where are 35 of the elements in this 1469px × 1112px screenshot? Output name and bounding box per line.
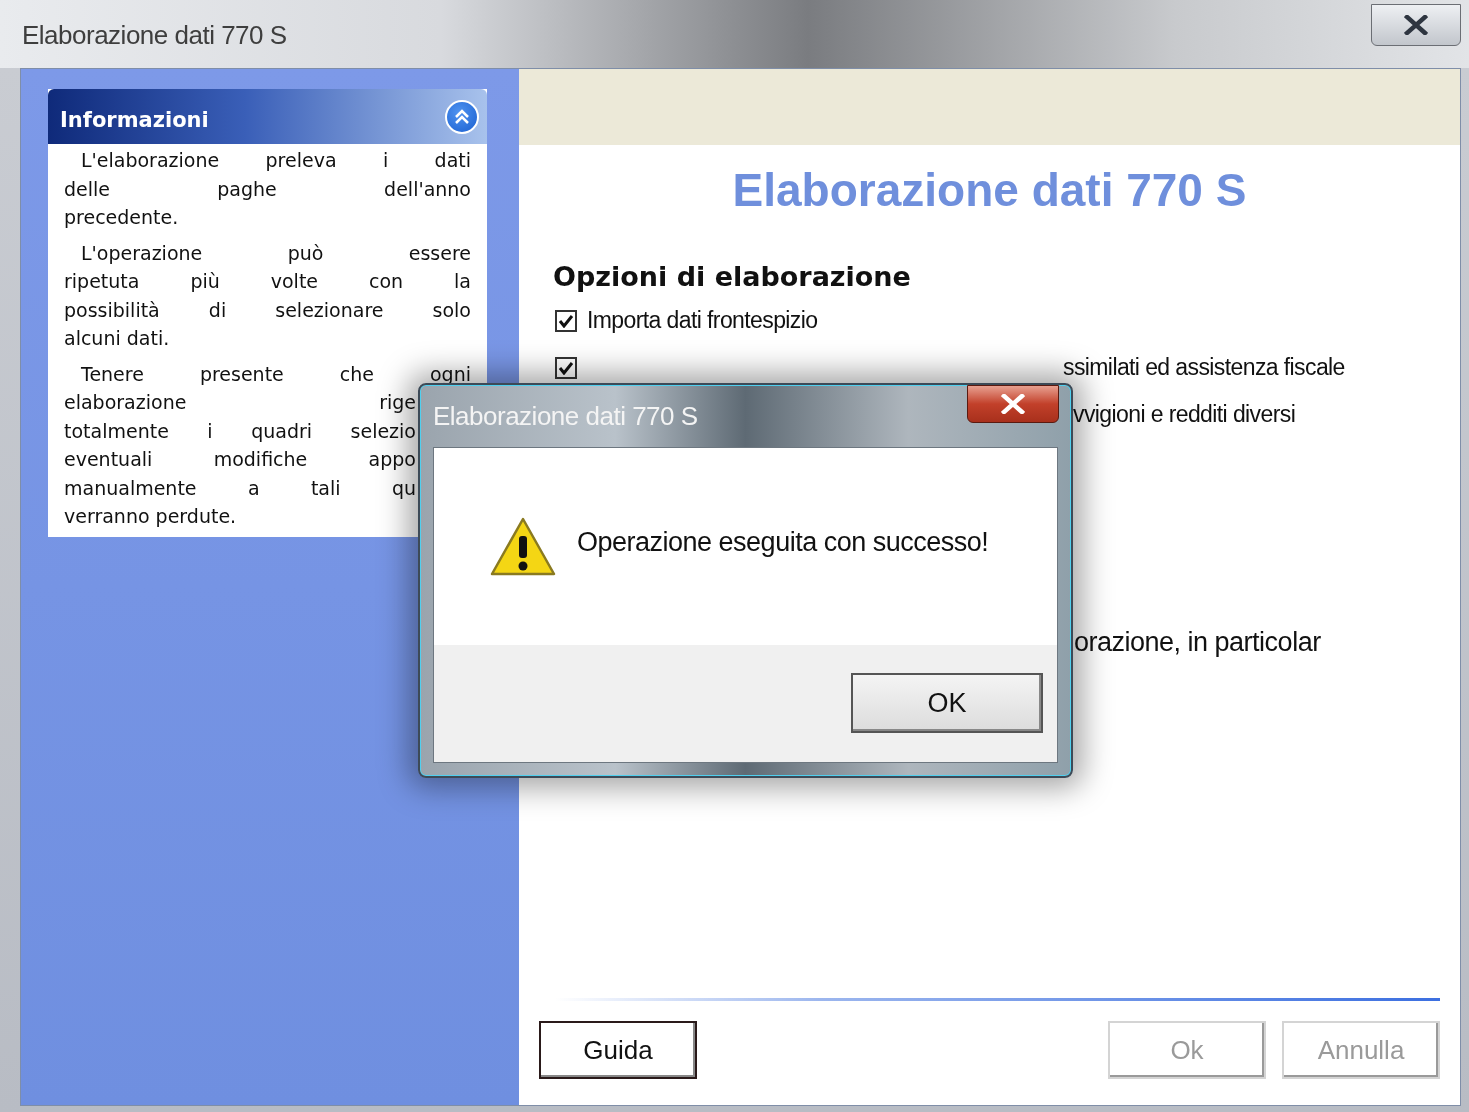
option-label: Importa dati frontespizio [587, 307, 818, 334]
dialog-button[interactable]: Guida [539, 1021, 697, 1079]
info-text-line: ripetuta più volte con la [64, 269, 471, 294]
info-text-line: manualmente a tali qu [64, 475, 416, 501]
close-button[interactable] [1371, 4, 1461, 46]
info-text-line: verranno perdute. [64, 504, 238, 529]
info-text-line: eventuali modifiche appo [64, 447, 416, 472]
section-title: Opzioni di elaborazione [553, 261, 912, 292]
option-label: ssimilati ed assistenza fiscale [1063, 354, 1345, 381]
info-text-line: precedente. [64, 205, 180, 230]
close-icon [1001, 394, 1025, 414]
info-text-line: elaborazione rige [64, 390, 416, 415]
page-heading: Elaborazione dati 770 S [731, 163, 1248, 217]
ok-button[interactable]: OK [851, 673, 1043, 733]
collapse-button[interactable] [445, 99, 479, 134]
option-label: vvigioni e redditi diversi [1073, 401, 1296, 428]
info-text-line: L'elaborazione preleva i dati [80, 148, 471, 173]
info-text-line: totalmente i quadri selezio [64, 418, 416, 444]
info-text-line: possibilità di selezionare solo [64, 297, 471, 323]
warning-icon [489, 515, 557, 578]
window-title: Elaborazione dati 770 S [22, 20, 287, 51]
info-title: Informazioni [60, 107, 209, 132]
chevron-up-icon [453, 107, 471, 126]
info-text-line: L'operazione può essere [80, 240, 471, 266]
description-text: orazione, in particolar [1074, 627, 1322, 658]
info-text-line: delle paghe dell'anno [64, 176, 471, 202]
close-icon [1404, 15, 1428, 35]
checkbox[interactable] [555, 356, 577, 379]
dialog-title: Elaborazione dati 770 S [433, 401, 698, 432]
check-icon [558, 313, 574, 328]
dialog-message: Operazione eseguita con successo! [577, 527, 989, 558]
info-text-line: alcuni dati. [64, 326, 171, 351]
check-icon [558, 360, 574, 375]
close-button[interactable] [967, 385, 1059, 423]
checkbox[interactable] [555, 309, 577, 332]
